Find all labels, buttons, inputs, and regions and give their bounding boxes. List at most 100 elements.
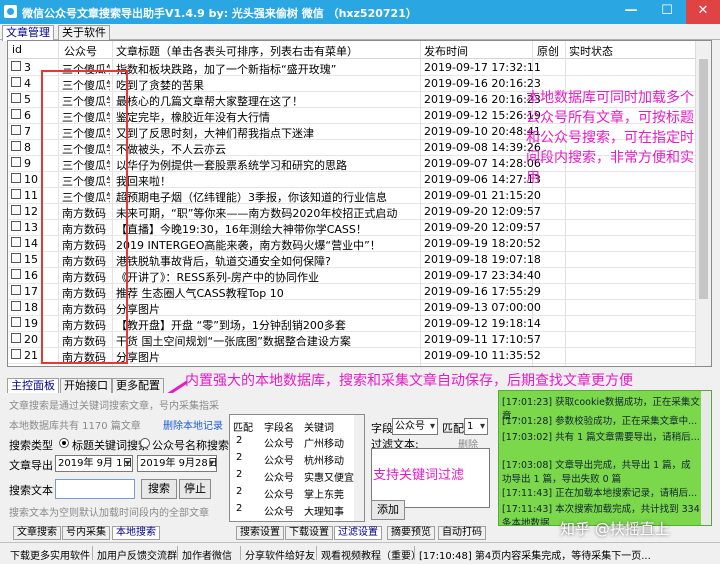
row-checkbox[interactable] bbox=[11, 157, 21, 167]
tab-summary-preview[interactable]: 摘要预览 bbox=[387, 526, 435, 540]
tab-download-settings[interactable]: 下载设置 bbox=[285, 526, 333, 540]
cell-title: 《开讲了》：RESS系列-房产中的协同作业 bbox=[116, 271, 320, 284]
search-input[interactable] bbox=[55, 479, 135, 499]
row-checkbox[interactable] bbox=[11, 349, 21, 359]
radio-title-keyword-label[interactable]: 标题关键词搜索 bbox=[72, 437, 149, 453]
add-author-link[interactable]: 加作者微信 bbox=[182, 547, 232, 562]
cell-id: 3 bbox=[24, 61, 31, 74]
row-checkbox[interactable] bbox=[11, 93, 21, 103]
cell-title: 【直播】今晚19:30，16年测绘大神带你学CASS！ bbox=[116, 223, 367, 236]
highlight-box bbox=[41, 70, 128, 364]
row-checkbox[interactable] bbox=[11, 205, 21, 215]
row-checkbox[interactable] bbox=[11, 269, 21, 279]
cell-title: 又到了反思时刻，大神们帮我指点下迷津 bbox=[116, 127, 314, 140]
match-label: 匹配 bbox=[442, 422, 464, 435]
row-checkbox[interactable] bbox=[11, 221, 21, 231]
cell-time: 2019-09-10 20:48:41 bbox=[424, 125, 541, 138]
filter-grid[interactable]: 匹配 字段名 关键词 2 公众号 广州移动 2 公众号 杭州移动 2 公众号 实惠又便宜 2 公众号… bbox=[229, 414, 365, 522]
field-cell: 公众号 bbox=[264, 490, 294, 501]
cell-time: 2019-09-08 14:39:26 bbox=[424, 141, 541, 154]
field-select[interactable]: 公众号 bbox=[392, 418, 438, 435]
col-title[interactable]: 文章标题（单击各表头可排序，列表右击有菜单） bbox=[116, 43, 358, 59]
row-checkbox[interactable] bbox=[11, 317, 21, 327]
match-cell: 2 bbox=[236, 452, 243, 463]
cell-time: 2019-09-17 23:34:40 bbox=[424, 269, 541, 282]
col-status[interactable]: 实时状态 bbox=[569, 43, 613, 59]
main-tabstrip: 文章管理 关于软件 bbox=[0, 24, 720, 41]
row-checkbox[interactable] bbox=[11, 189, 21, 199]
db-count: 本地数据库共有 1170 篇文章 bbox=[9, 421, 141, 432]
feedback-group-link[interactable]: 加用户反馈交流群 bbox=[97, 547, 177, 562]
radio-account-name-label[interactable]: 公众号名称搜索 bbox=[152, 437, 229, 453]
date-to-picker[interactable]: 2019年 9月28日 bbox=[137, 455, 218, 472]
row-checkbox[interactable] bbox=[11, 285, 21, 295]
match-select[interactable]: 1 bbox=[464, 418, 488, 435]
col-account[interactable]: 公众号 bbox=[64, 43, 97, 59]
cell-title: 鉴定完毕，橡胶近年没有大行情 bbox=[116, 111, 270, 124]
log-line: [17:01:28] 参数校验成功，正在采集文章中... bbox=[502, 416, 698, 427]
row-checkbox[interactable] bbox=[11, 77, 21, 87]
col-id[interactable]: id bbox=[12, 43, 22, 56]
col-original[interactable]: 原创 bbox=[537, 43, 559, 59]
cell-title: 指数和板块跌路，加了一个新指标“盛开玫瑰” bbox=[116, 63, 337, 76]
radio-account-name[interactable] bbox=[140, 438, 150, 448]
row-checkbox[interactable] bbox=[11, 333, 21, 343]
cell-title: 以华仔为例提供一套股票系统学习和研究的思路 bbox=[116, 159, 347, 172]
export-label: 文章导出 bbox=[9, 459, 53, 472]
row-checkbox[interactable] bbox=[11, 173, 21, 183]
tab-start-api[interactable]: 开始接口 bbox=[60, 378, 112, 394]
search-button[interactable]: 搜索 bbox=[141, 479, 177, 499]
tab-account-collect[interactable]: 号内采集 bbox=[62, 526, 110, 540]
radio-title-keyword[interactable] bbox=[59, 438, 69, 448]
col-time[interactable]: 发布时间 bbox=[424, 43, 468, 59]
download-more-link[interactable]: 下载更多实用软件 bbox=[10, 547, 90, 562]
cell-title: 分享图片 bbox=[116, 351, 160, 364]
add-button[interactable]: 添加 bbox=[371, 500, 405, 520]
maximize-button[interactable]: ☐ bbox=[650, 0, 684, 24]
cell-time: 2019-09-07 14:28:06 bbox=[424, 157, 541, 170]
cell-time: 2019-09-17 17:32:11 bbox=[424, 61, 541, 74]
tab-article-search[interactable]: 文章搜索 bbox=[13, 526, 61, 540]
row-checkbox[interactable] bbox=[11, 109, 21, 119]
title-bar: 微信公众号文章搜索导出助手V1.4.9 by: 光头强来偷树 微信 （hxz52… bbox=[0, 0, 720, 24]
row-checkbox[interactable] bbox=[11, 141, 21, 151]
cell-title: 吃到了贪婪的苦果 bbox=[116, 79, 204, 92]
cell-title: 我回来啦！ bbox=[116, 175, 171, 188]
cell-time: 2019-09-11 17:10:57 bbox=[424, 333, 541, 346]
filter-grid-scrollbar[interactable] bbox=[354, 415, 364, 521]
tab-search-settings[interactable]: 搜索设置 bbox=[236, 526, 284, 540]
log-scrollbar[interactable] bbox=[701, 391, 711, 525]
cell-title: 2019 INTERGEO高能来袭，南方数码火爆“营业中”！ bbox=[116, 239, 381, 252]
keyword-cell: 大理知事 bbox=[304, 507, 344, 518]
grid-header: id 公众号 文章标题（单击各表头可排序，列表右击有菜单） 发布时间 原创 实时… bbox=[8, 41, 711, 59]
cell-title: 未来可期，“职”等你来——南方数码2020年校招正式启动 bbox=[116, 207, 398, 220]
stop-button[interactable]: 停止 bbox=[179, 479, 211, 499]
cell-title: 干货 国土空间规划“一张底图”数据整合建设方案 bbox=[116, 335, 351, 348]
cell-id: 7 bbox=[24, 125, 31, 138]
cell-time: 2019-09-16 20:16:23 bbox=[424, 77, 541, 90]
tab-article-manage[interactable]: 文章管理 bbox=[2, 25, 54, 41]
minimize-button[interactable]: — bbox=[614, 0, 648, 24]
video-tutorial-link[interactable]: 观看视频教程（重要） bbox=[321, 547, 421, 562]
tab-filter-settings[interactable]: 过滤设置 bbox=[334, 526, 382, 540]
tab-main-panel[interactable]: 主控面板 bbox=[7, 378, 59, 394]
row-checkbox[interactable] bbox=[11, 61, 21, 71]
delete-local-link[interactable]: 删除本地记录 bbox=[163, 417, 223, 432]
share-link[interactable]: 分享软件给好友 bbox=[245, 547, 315, 562]
field-cell: 公众号 bbox=[264, 473, 294, 484]
tab-about[interactable]: 关于软件 bbox=[58, 25, 110, 41]
row-checkbox[interactable] bbox=[11, 125, 21, 135]
cell-time: 2019-09-20 12:09:57 bbox=[424, 205, 541, 218]
date-from-picker[interactable]: 2019年 9月 1日 bbox=[55, 455, 133, 472]
row-checkbox[interactable] bbox=[11, 237, 21, 247]
tab-auto-captcha[interactable]: 自动打码 bbox=[438, 526, 486, 540]
cell-id: 17 bbox=[24, 285, 38, 298]
hint-text: 搜索文本为空则默认加载时间段内的全部文章 bbox=[9, 508, 209, 519]
row-checkbox[interactable] bbox=[11, 253, 21, 263]
cell-title: 超预期电子烟（亿纬锂能）3季报，你该知道的行业信息 bbox=[116, 191, 387, 204]
search-text-label: 搜索文本 bbox=[9, 484, 53, 497]
close-button[interactable]: ✕ bbox=[686, 0, 720, 24]
cell-id: 15 bbox=[24, 253, 38, 266]
row-checkbox[interactable] bbox=[11, 301, 21, 311]
tab-local-search[interactable]: 本地搜索 bbox=[112, 526, 160, 540]
